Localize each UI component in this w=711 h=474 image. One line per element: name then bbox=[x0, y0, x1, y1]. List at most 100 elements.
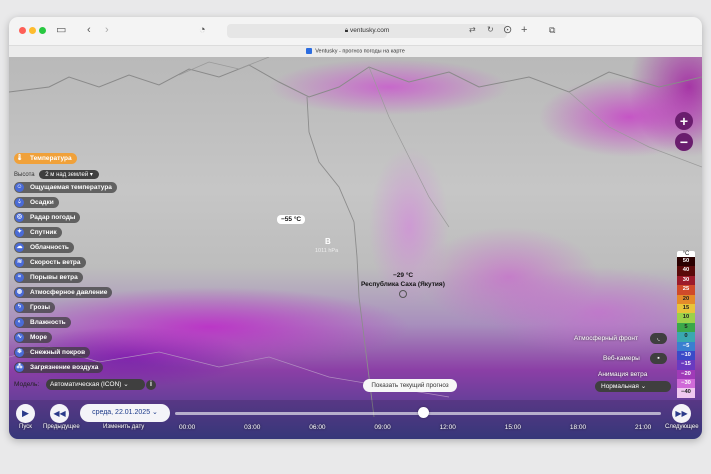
height-row: Высота 2 м над землей ▾ bbox=[14, 170, 99, 179]
region-label: Республика Саха (Якутия) bbox=[361, 281, 445, 288]
layer-wave[interactable]: ∿ Море bbox=[14, 332, 52, 343]
animation-select[interactable]: Нормальная ⌄ bbox=[595, 381, 671, 392]
address-bar[interactable]: 🔒︎ ventusky.com bbox=[227, 24, 507, 38]
layer-pollution[interactable]: ⁂ Загрязнение воздуха bbox=[14, 362, 104, 373]
layer-label: Осадки bbox=[30, 199, 54, 206]
sidebar-icon[interactable]: ▭ bbox=[56, 24, 66, 36]
layer-label: Спутник bbox=[30, 229, 57, 236]
ventusky-favicon-icon bbox=[306, 48, 313, 54]
layer-thermometer[interactable]: 🌡︎ Температура bbox=[14, 153, 77, 164]
previous-caption: Предыдущее bbox=[43, 424, 80, 430]
time-tick[interactable]: 18:00 bbox=[570, 424, 586, 431]
maximize-window-button[interactable] bbox=[39, 27, 46, 34]
storm-icon: ϟ bbox=[15, 303, 24, 312]
reload-icon[interactable]: ↻ bbox=[487, 24, 494, 36]
layer-radar[interactable]: ◎ Радар погоды bbox=[14, 212, 81, 223]
tab-title: Ventusky - прогноз погоды на карте bbox=[315, 48, 405, 55]
wind-icon: ≋ bbox=[15, 258, 24, 267]
model-select[interactable]: Автоматическая (ICON) ⌄ bbox=[46, 379, 145, 390]
layer-label: Атмосферное давление bbox=[30, 289, 108, 296]
minimize-window-button[interactable] bbox=[29, 27, 36, 34]
height-label: Высота bbox=[14, 172, 35, 178]
layer-satellite[interactable]: ✦ Спутник bbox=[14, 227, 62, 238]
layer-wind[interactable]: ≋ Скорость ветра bbox=[14, 257, 86, 268]
legend-cell: 10 bbox=[677, 313, 695, 323]
active-tab[interactable]: Ventusky - прогноз погоды на карте bbox=[9, 48, 702, 54]
layer-label: Загрязнение воздуха bbox=[30, 364, 99, 371]
pressure-value: 1011 hPa bbox=[315, 248, 339, 254]
pressure-icon: ◍ bbox=[15, 288, 24, 297]
layer-label: Радар погоды bbox=[30, 214, 76, 221]
legend-cell: −20 bbox=[677, 369, 695, 380]
close-window-button[interactable] bbox=[19, 27, 26, 34]
legend-cell: 20 bbox=[677, 294, 695, 304]
next-button[interactable]: ▶▶ bbox=[672, 404, 691, 423]
layer-label: Море bbox=[30, 334, 47, 341]
gust-icon: ≈ bbox=[15, 273, 24, 282]
downloads-icon[interactable]: ⊙ bbox=[503, 24, 512, 36]
height-select[interactable]: 2 м над землей ▾ bbox=[39, 170, 99, 179]
wave-icon: ∿ bbox=[15, 333, 24, 342]
layer-drop[interactable]: 💧︎ Осадки bbox=[14, 197, 59, 208]
timeline-handle[interactable] bbox=[417, 407, 429, 418]
date-picker[interactable]: среда, 22.01.2025 ⌄ bbox=[80, 404, 170, 422]
previous-button[interactable]: ◀◀ bbox=[50, 404, 69, 423]
model-label: Модель: bbox=[14, 381, 40, 388]
layer-pressure[interactable]: ◍ Атмосферное давление bbox=[14, 287, 113, 298]
layer-storm[interactable]: ϟ Грозы bbox=[14, 302, 56, 313]
layer-label: Влажность bbox=[30, 319, 66, 326]
play-caption: Пуск bbox=[19, 424, 32, 430]
tab-overview-icon[interactable]: ⧉ bbox=[549, 24, 555, 36]
legend-cell: 30 bbox=[677, 275, 695, 286]
legend-cell: 5 bbox=[677, 322, 695, 333]
translate-icon[interactable]: ⇄ bbox=[469, 24, 476, 36]
change-date-caption: Изменить дату bbox=[103, 424, 145, 430]
privacy-report-icon[interactable]: ◔ bbox=[199, 24, 206, 36]
fronts-toggle[interactable]: ◟ bbox=[650, 333, 667, 344]
layer-feels-like[interactable]: ☺ Ощущаемая температура bbox=[14, 182, 117, 193]
satellite-icon: ✦ bbox=[15, 228, 24, 237]
legend-cell: −5 bbox=[677, 341, 695, 351]
layer-humidity[interactable]: ◐ Влажность bbox=[14, 317, 71, 328]
layer-cloud[interactable]: ☁ Облачность bbox=[14, 242, 74, 253]
temperature-legend: °C 50 40 30 25 20 15 10 5 0 −5 −10 −15 −20 −30 −40 bbox=[677, 251, 695, 398]
zoom-out-button[interactable]: − bbox=[675, 133, 693, 151]
webcams-label: Веб-камеры bbox=[603, 355, 640, 362]
back-icon[interactable]: ‹ bbox=[87, 24, 91, 36]
time-tick[interactable]: 21:00 bbox=[635, 424, 651, 431]
browser-toolbar: ▭ ‹ › ◔ 🔒︎ ventusky.com ⇄ ↻ ⊙ + ⧉ bbox=[9, 17, 702, 45]
webcam-icon[interactable]: ▪ bbox=[650, 353, 667, 364]
snowflake-icon: ❄ bbox=[15, 348, 24, 357]
show-current-forecast-button[interactable]: Показать текущий прогноз bbox=[363, 379, 457, 392]
layer-label: Скорость ветра bbox=[30, 259, 81, 266]
legend-cell: −10 bbox=[677, 350, 695, 361]
legend-cell: 25 bbox=[677, 285, 695, 295]
city-marker-icon[interactable] bbox=[399, 290, 407, 298]
legend-cell: 0 bbox=[677, 332, 695, 342]
radar-icon: ◎ bbox=[15, 213, 24, 222]
time-tick[interactable]: 03:00 bbox=[244, 424, 260, 431]
legend-cell: 50 bbox=[677, 257, 695, 267]
layer-label: Грозы bbox=[30, 304, 51, 311]
layer-label: Температура bbox=[30, 155, 72, 162]
time-tick[interactable]: 12:00 bbox=[440, 424, 456, 431]
lock-icon: 🔒︎ bbox=[344, 27, 349, 34]
layer-label: Снежный покров bbox=[30, 349, 86, 356]
thermometer-icon: 🌡︎ bbox=[15, 154, 24, 163]
time-tick[interactable]: 06:00 bbox=[309, 424, 325, 431]
play-button[interactable]: ▶ bbox=[16, 404, 35, 423]
time-tick[interactable]: 09:00 bbox=[374, 424, 390, 431]
temperature-pin[interactable]: −55 °C bbox=[277, 215, 306, 224]
layer-gust[interactable]: ≈ Порывы ветра bbox=[14, 272, 83, 283]
new-tab-icon[interactable]: + bbox=[521, 24, 527, 36]
forward-icon[interactable]: › bbox=[105, 24, 109, 36]
animation-label: Анимация ветра bbox=[598, 371, 648, 378]
legend-cell: 15 bbox=[677, 303, 695, 314]
time-tick[interactable]: 15:00 bbox=[505, 424, 521, 431]
fronts-label: Атмосферный фронт bbox=[574, 335, 638, 342]
time-tick[interactable]: 00:00 bbox=[179, 424, 195, 431]
layer-snowflake[interactable]: ❄ Снежный покров bbox=[14, 347, 91, 358]
weather-map[interactable]: + − −55 °C В 1011 hPa −29 °C Республика … bbox=[9, 57, 702, 439]
zoom-in-button[interactable]: + bbox=[675, 112, 693, 130]
model-info-icon[interactable]: i bbox=[146, 380, 156, 390]
